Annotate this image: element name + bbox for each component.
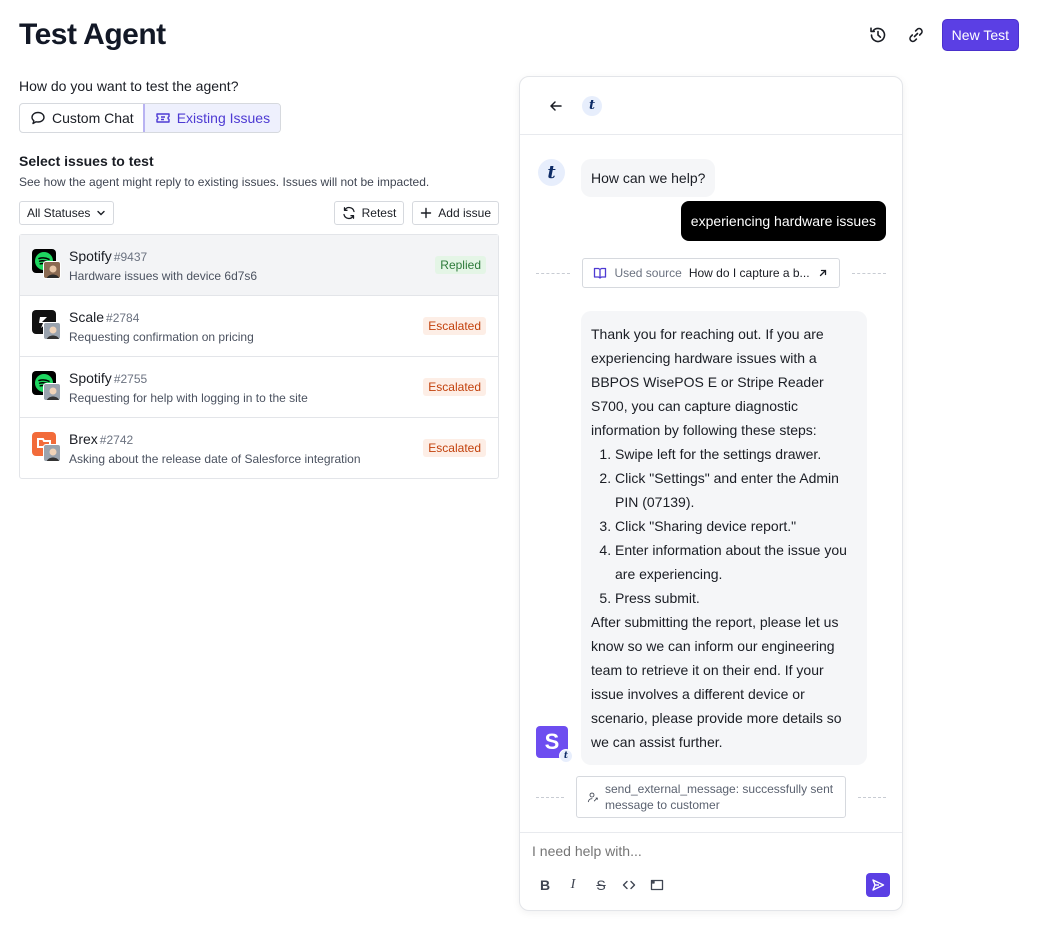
issue-description: Asking about the release date of Salesfo… <box>69 451 361 466</box>
bold-button[interactable]: B <box>538 877 552 893</box>
history-icon[interactable] <box>866 23 890 47</box>
retest-label: Retest <box>361 206 397 220</box>
issue-company: Scale <box>69 308 105 325</box>
reply-steps: Swipe left for the settings drawer. Clic… <box>615 442 857 610</box>
issue-description: Hardware issues with device 6d7s6 <box>69 268 258 283</box>
reply-step: Click "Settings" and enter the Admin PIN… <box>615 466 857 514</box>
reply-step: Press submit. <box>615 586 857 610</box>
link-icon[interactable] <box>904 23 928 47</box>
add-issue-label: Add issue <box>438 206 491 220</box>
bot-avatar: t <box>538 159 565 186</box>
issue-number: #2784 <box>106 310 140 325</box>
add-issue-button[interactable]: Add issue <box>412 201 499 225</box>
reply-step: Enter information about the issue you ar… <box>615 538 857 586</box>
agent-avatar-letter: S <box>544 729 560 754</box>
brand-logo-icon: t <box>582 95 602 116</box>
action-log-text: send_external_message: successfully sent… <box>604 782 834 812</box>
send-icon <box>872 879 885 891</box>
italic-button[interactable]: I <box>566 877 580 893</box>
chat-preview-panel: t t How can we help? experiencing hardwa… <box>519 76 903 911</box>
issue-company: Brex <box>69 430 98 447</box>
issue-row[interactable]: Spotify #9437 Hardware issues with device… <box>20 235 498 296</box>
source-title: How do I capture a b... <box>688 266 810 280</box>
custom-chat-label: Custom Chat <box>52 110 134 126</box>
insert-block-icon[interactable] <box>650 877 664 893</box>
status-filter-value: All Statuses <box>27 206 91 220</box>
customer-avatar <box>43 322 61 340</box>
status-badge: Escalated <box>423 439 486 457</box>
issue-description: Requesting for help with logging in to t… <box>69 390 308 405</box>
issue-avatar-stack <box>32 310 62 342</box>
action-log-row: send_external_message: successfully sent… <box>536 776 886 818</box>
chevron-down-icon <box>97 210 106 216</box>
customer-avatar <box>43 444 61 462</box>
issue-number: #9437 <box>113 249 148 264</box>
issue-avatar-stack <box>32 432 62 464</box>
reply-intro: Thank you for reaching out. If you are e… <box>591 326 824 438</box>
ticket-icon <box>156 113 170 123</box>
agent-reply-message: Thank you for reaching out. If you are e… <box>581 311 867 765</box>
source-prefix: Used source <box>614 266 682 280</box>
new-test-button[interactable]: New Test <box>941 19 1019 51</box>
issue-avatar-stack <box>32 371 62 403</box>
test-config-panel: How do you want to test the agent? Custo… <box>19 78 499 479</box>
reply-step: Click "Sharing device report." <box>615 514 857 538</box>
source-row: Used source How do I capture a b... <box>536 258 887 288</box>
refresh-icon <box>342 206 355 220</box>
reply-outro: After submitting the report, please let … <box>591 614 842 750</box>
existing-issues-label: Existing Issues <box>176 110 271 126</box>
issue-row[interactable]: Brex #2742 Asking about the release date … <box>20 418 498 478</box>
issue-number: #2755 <box>113 371 148 386</box>
user-send-icon <box>587 792 598 803</box>
page-title: Test Agent <box>19 18 166 51</box>
format-toolbar: B I S <box>538 877 664 893</box>
divider-dash <box>851 272 887 274</box>
existing-issues-button[interactable]: Existing Issues <box>142 104 281 132</box>
plus-icon <box>421 207 432 219</box>
issue-description: Requesting confirmation on pricing <box>69 329 254 344</box>
user-message: experiencing hardware issues <box>680 201 886 241</box>
reply-step: Swipe left for the settings drawer. <box>615 442 857 466</box>
retest-button[interactable]: Retest <box>333 201 405 225</box>
status-filter-select[interactable]: All Statuses <box>19 201 115 225</box>
issue-company: Spotify <box>69 247 112 264</box>
status-badge: Escalated <box>423 317 486 335</box>
composer: B I S <box>520 832 902 910</box>
issue-row[interactable]: Scale #2784 Requesting confirmation on pr… <box>20 296 498 357</box>
issue-number: #2742 <box>99 432 134 447</box>
chat-header: t <box>520 77 902 135</box>
back-arrow-icon[interactable] <box>544 94 568 118</box>
issues-section-subtitle: See how the agent might reply to existin… <box>19 175 430 189</box>
action-log-card: send_external_message: successfully sent… <box>576 776 846 818</box>
chat-bubble-icon <box>31 111 45 125</box>
agent-avatar: S t <box>536 726 573 763</box>
issues-section-title: Select issues to test <box>19 153 154 169</box>
mode-toggle: Custom Chat Existing Issues <box>19 103 282 133</box>
issues-toolbar: All Statuses Retest Add issue <box>19 201 499 225</box>
greeting-message: How can we help? <box>581 159 716 197</box>
divider-dash <box>536 796 564 798</box>
issue-company: Spotify <box>69 369 112 386</box>
header-actions: New Test <box>866 19 1019 51</box>
status-badge: Replied <box>435 256 486 274</box>
customer-avatar <box>43 383 61 401</box>
customer-avatar <box>43 261 61 279</box>
issue-row[interactable]: Spotify #2755 Requesting for help with lo… <box>20 357 498 418</box>
brand-badge-icon: t <box>559 749 573 763</box>
book-icon <box>594 267 607 279</box>
divider-dash <box>536 272 571 274</box>
send-button[interactable] <box>866 873 890 897</box>
code-icon[interactable] <box>622 877 636 893</box>
strikethrough-button[interactable]: S <box>594 877 608 893</box>
status-badge: Escalated <box>423 378 486 396</box>
issue-avatar-stack <box>32 249 62 281</box>
divider-dash <box>858 796 886 798</box>
external-link-icon <box>819 269 826 277</box>
bot-greeting-row: t How can we help? <box>538 159 716 197</box>
message-input[interactable] <box>532 843 872 859</box>
issue-list: Spotify #9437 Hardware issues with device… <box>19 234 499 479</box>
mode-question: How do you want to test the agent? <box>19 78 239 94</box>
custom-chat-button[interactable]: Custom Chat <box>20 104 144 132</box>
used-source-card[interactable]: Used source How do I capture a b... <box>582 258 840 288</box>
